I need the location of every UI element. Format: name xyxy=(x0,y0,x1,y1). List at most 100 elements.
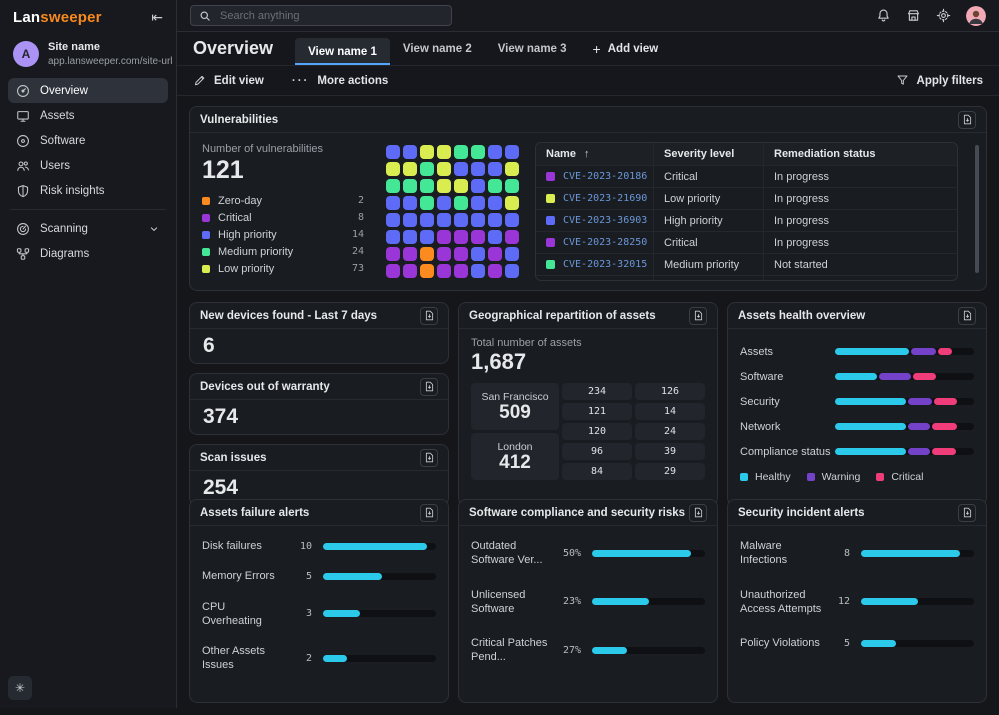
site-switcher[interactable]: A Site name app.lansweeper.com/site-url xyxy=(0,34,176,78)
more-actions-button[interactable]: ··· More actions xyxy=(292,75,388,87)
export-button[interactable] xyxy=(689,307,707,325)
column-header-severity[interactable]: Severity level xyxy=(654,143,764,165)
tab-view-name-1[interactable]: View name 1 xyxy=(295,38,390,65)
add-view-button[interactable]: + Add view xyxy=(580,32,672,65)
health-label: Assets xyxy=(740,346,835,358)
legend-count: 8 xyxy=(358,212,364,223)
sidebar-item-risk-insights[interactable]: Risk insights xyxy=(8,178,168,203)
legend-swatch xyxy=(807,473,815,481)
legend-label: Zero-day xyxy=(218,195,262,207)
settings-gear-icon[interactable] xyxy=(936,8,951,23)
health-bar xyxy=(835,373,974,380)
export-button[interactable] xyxy=(958,504,976,522)
status-cell: Not started xyxy=(764,254,957,275)
table-scrollbar[interactable] xyxy=(975,145,979,273)
geo-repartition-card: Geographical repartition of assets Total… xyxy=(458,302,718,506)
geo-city-tile: London 412 xyxy=(471,433,559,480)
bar-segment-warning xyxy=(908,398,932,405)
status-cell: In progress xyxy=(764,232,957,253)
cve-link[interactable]: CVE-2023-21690 xyxy=(563,193,647,204)
sidebar-item-scanning[interactable]: Scanning xyxy=(8,216,168,241)
table-row: CVE-2023-21690 Low priority In progress xyxy=(536,187,957,209)
legend-item: High priority 14 xyxy=(202,226,364,243)
legend-label: Critical xyxy=(218,212,252,224)
geo-tile: 24 xyxy=(635,423,705,440)
legend-item: Warning xyxy=(807,471,861,483)
search-input[interactable] xyxy=(218,9,443,23)
waffle-cell xyxy=(437,145,451,159)
legend-label: Low priority xyxy=(218,263,274,275)
export-button[interactable] xyxy=(420,307,438,325)
tab-view-name-2[interactable]: View name 2 xyxy=(390,32,485,65)
alert-value: 5 xyxy=(288,571,312,582)
legend-item: Low priority 73 xyxy=(202,260,364,277)
lansweeper-logo: Lansweeper xyxy=(13,9,102,26)
global-search[interactable] xyxy=(190,5,452,26)
geo-tile: 121 xyxy=(562,403,632,420)
sidebar-item-label: Users xyxy=(40,160,70,172)
theme-toggle-button[interactable]: ✳ xyxy=(8,676,32,700)
waffle-cell xyxy=(488,264,502,278)
edit-view-label: Edit view xyxy=(214,75,264,87)
bar-segment-critical xyxy=(938,348,952,355)
sort-ascending-icon[interactable]: ↑ xyxy=(584,148,590,160)
sidebar-item-assets[interactable]: Assets xyxy=(8,103,168,128)
table-header-row: Name↑ Severity level Remediation status xyxy=(536,143,957,165)
waffle-cell xyxy=(403,145,417,159)
cve-link[interactable]: CVE-2023-36903 xyxy=(563,215,647,226)
geo-city-value: 509 xyxy=(499,403,531,423)
geo-body: Total number of assets 1,687 San Francis… xyxy=(459,329,717,505)
cve-link[interactable]: CVE-2023-32015 xyxy=(563,259,647,270)
apply-filters-button[interactable]: Apply filters xyxy=(896,74,983,87)
severity-swatch xyxy=(546,216,555,225)
alert-label: Critical Patches Pend... xyxy=(471,636,557,665)
sidebar-item-software[interactable]: Software xyxy=(8,128,168,153)
more-actions-label: More actions xyxy=(317,75,388,87)
export-button[interactable] xyxy=(420,449,438,467)
health-row: Software xyxy=(740,364,974,389)
sidebar-collapse-icon[interactable]: ⇤ xyxy=(151,9,163,26)
sidebar: Lansweeper ⇤ A Site name app.lansweeper.… xyxy=(0,0,177,708)
bar-segment-healthy xyxy=(835,373,877,380)
health-body: Assets Software xyxy=(728,329,986,505)
sidebar-nav: Overview Assets Software Users Risk insi… xyxy=(0,78,176,266)
export-button[interactable] xyxy=(958,307,976,325)
column-header-name[interactable]: Name↑ xyxy=(536,143,654,165)
export-button[interactable] xyxy=(958,111,976,129)
alert-label: Policy Violations xyxy=(740,636,826,650)
funnel-icon xyxy=(896,74,909,87)
bar-fill xyxy=(861,550,960,557)
geo-grid: 234 126 121 14 120 24 96 39 84 29 xyxy=(562,383,705,480)
user-avatar[interactable] xyxy=(966,6,986,26)
table-row-partial xyxy=(536,275,957,281)
alert-value: 5 xyxy=(826,638,850,649)
site-name: Site name xyxy=(48,41,173,54)
sidebar-item-overview[interactable]: Overview xyxy=(8,78,168,103)
sidebar-item-diagrams[interactable]: Diagrams xyxy=(8,241,168,266)
geo-tile: 84 xyxy=(562,463,632,480)
edit-view-button[interactable]: Edit view xyxy=(193,74,264,87)
geo-total-label: Total number of assets xyxy=(471,337,705,349)
export-button[interactable] xyxy=(420,504,438,522)
alert-row: Other Assets Issues 2 xyxy=(202,644,436,673)
waffle-cell xyxy=(471,230,485,244)
column-header-remediation[interactable]: Remediation status xyxy=(764,143,957,165)
kpi-value: 6 xyxy=(190,329,448,363)
health-bar xyxy=(835,448,974,455)
sidebar-item-label: Scanning xyxy=(40,223,88,235)
cve-link[interactable]: CVE-2023-20186 xyxy=(563,171,647,182)
alerts-body: Malware Infections 8 Unauthorized Access… xyxy=(728,526,986,702)
monitor-icon xyxy=(16,109,30,123)
chevron-down-icon[interactable] xyxy=(148,223,160,235)
sidebar-item-users[interactable]: Users xyxy=(8,153,168,178)
notifications-bell-icon[interactable] xyxy=(876,8,891,23)
bar-segment-critical xyxy=(932,448,956,455)
export-button[interactable] xyxy=(689,504,707,522)
marketplace-store-icon[interactable] xyxy=(906,8,921,23)
alert-label: Memory Errors xyxy=(202,569,288,583)
export-button[interactable] xyxy=(420,378,438,396)
tab-view-name-3[interactable]: View name 3 xyxy=(485,32,580,65)
cve-link[interactable]: CVE-2023-28250 xyxy=(563,237,647,248)
legend-swatch xyxy=(740,473,748,481)
view-tabs: View name 1 View name 2 View name 3 xyxy=(295,32,579,65)
